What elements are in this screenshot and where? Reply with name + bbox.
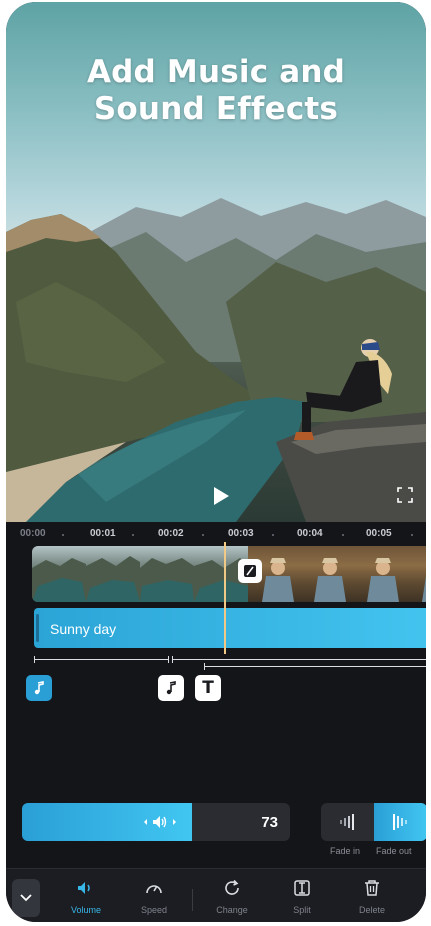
music-note-icon bbox=[166, 681, 176, 695]
chevron-left-icon bbox=[144, 819, 147, 825]
promo-title: Add Music and Sound Effects bbox=[6, 54, 426, 128]
refresh-icon bbox=[225, 879, 239, 895]
transition-button[interactable] bbox=[238, 559, 262, 583]
tool-speed-label: Speed bbox=[140, 905, 168, 915]
promo-title-line2: Sound Effects bbox=[93, 91, 339, 127]
video-preview[interactable]: Add Music and Sound Effects bbox=[6, 2, 426, 522]
clip-thumbnail bbox=[302, 546, 356, 602]
music-track-button[interactable] bbox=[26, 675, 52, 701]
fade-out-icon bbox=[392, 814, 407, 830]
music-marker[interactable] bbox=[158, 675, 184, 701]
promo-title-line1: Add Music and bbox=[86, 54, 346, 90]
fade-toggle-group bbox=[321, 803, 426, 841]
collapse-button[interactable] bbox=[12, 879, 40, 917]
play-icon[interactable] bbox=[212, 486, 230, 506]
text-range-line-2 bbox=[204, 666, 426, 667]
volume-slider[interactable]: 73 bbox=[22, 803, 290, 841]
fullscreen-icon[interactable] bbox=[397, 487, 413, 503]
clip-thumbnail bbox=[32, 546, 86, 602]
ruler-tick-3: 00:03 bbox=[228, 528, 254, 539]
playhead[interactable] bbox=[224, 542, 226, 654]
trash-icon bbox=[365, 880, 379, 896]
tool-change-label: Change bbox=[216, 905, 248, 915]
split-icon bbox=[294, 880, 310, 896]
tool-speed[interactable]: Speed bbox=[126, 877, 182, 921]
video-track[interactable] bbox=[32, 546, 426, 602]
tool-split-label: Split bbox=[293, 905, 311, 915]
tool-delete[interactable]: Delete bbox=[344, 877, 400, 921]
text-marker[interactable]: T bbox=[195, 675, 221, 701]
range-end-tick bbox=[168, 656, 169, 663]
range-start-tick bbox=[172, 656, 173, 663]
clip-thumbnail bbox=[356, 546, 410, 602]
fade-in-icon bbox=[339, 814, 354, 830]
fade-out-button[interactable] bbox=[374, 803, 426, 841]
ruler-dot bbox=[132, 534, 134, 536]
ruler-tick-2: 00:02 bbox=[158, 528, 184, 539]
speaker-icon bbox=[78, 882, 90, 894]
ruler-tick-5: 00:05 bbox=[366, 528, 392, 539]
chevron-right-icon bbox=[173, 819, 176, 825]
bottom-toolbar: Volume Speed Change Split Delete bbox=[6, 868, 426, 922]
audio-trim-handle[interactable] bbox=[36, 614, 39, 642]
tool-volume-label: Volume bbox=[70, 905, 102, 915]
ruler-dot bbox=[272, 534, 274, 536]
audio-track[interactable]: Sunny day bbox=[34, 608, 426, 648]
audio-track-label: Sunny day bbox=[50, 621, 117, 637]
toolbar-divider bbox=[192, 889, 193, 911]
clip-thumbnail bbox=[410, 546, 426, 602]
fade-in-label: Fade in bbox=[330, 846, 361, 856]
ruler-dot bbox=[202, 534, 204, 536]
tool-split[interactable]: Split bbox=[274, 877, 330, 921]
chevron-down-icon bbox=[20, 894, 32, 902]
volume-value: 73 bbox=[261, 814, 278, 831]
music-note-icon bbox=[34, 681, 44, 695]
range-start-tick bbox=[34, 656, 35, 663]
app-screen: Add Music and Sound Effects 00:00 00:01 … bbox=[6, 2, 426, 922]
clip-thumbnail bbox=[140, 546, 194, 602]
tool-volume[interactable]: Volume bbox=[58, 877, 114, 921]
range-start-tick bbox=[204, 663, 205, 670]
tool-delete-label: Delete bbox=[358, 905, 385, 915]
speedometer-icon bbox=[146, 885, 162, 894]
transition-icon bbox=[244, 565, 256, 577]
fade-in-button[interactable] bbox=[321, 803, 374, 841]
speaker-icon bbox=[153, 816, 167, 828]
tool-change[interactable]: Change bbox=[204, 877, 260, 921]
text-marker-label: T bbox=[202, 678, 214, 698]
ruler-dot bbox=[411, 534, 413, 536]
ruler-dot bbox=[342, 534, 344, 536]
ruler-dot bbox=[62, 534, 64, 536]
ruler-tick-0: 00:00 bbox=[20, 528, 46, 539]
text-range-line bbox=[172, 659, 426, 660]
timeline-ruler[interactable]: 00:00 00:01 00:02 00:03 00:04 00:05 bbox=[6, 526, 426, 542]
ruler-tick-4: 00:04 bbox=[297, 528, 323, 539]
clip-thumbnail bbox=[86, 546, 140, 602]
ruler-tick-1: 00:01 bbox=[90, 528, 116, 539]
volume-slider-thumb[interactable] bbox=[140, 813, 180, 831]
fade-out-label: Fade out bbox=[376, 846, 412, 856]
music-range-line bbox=[34, 659, 168, 660]
